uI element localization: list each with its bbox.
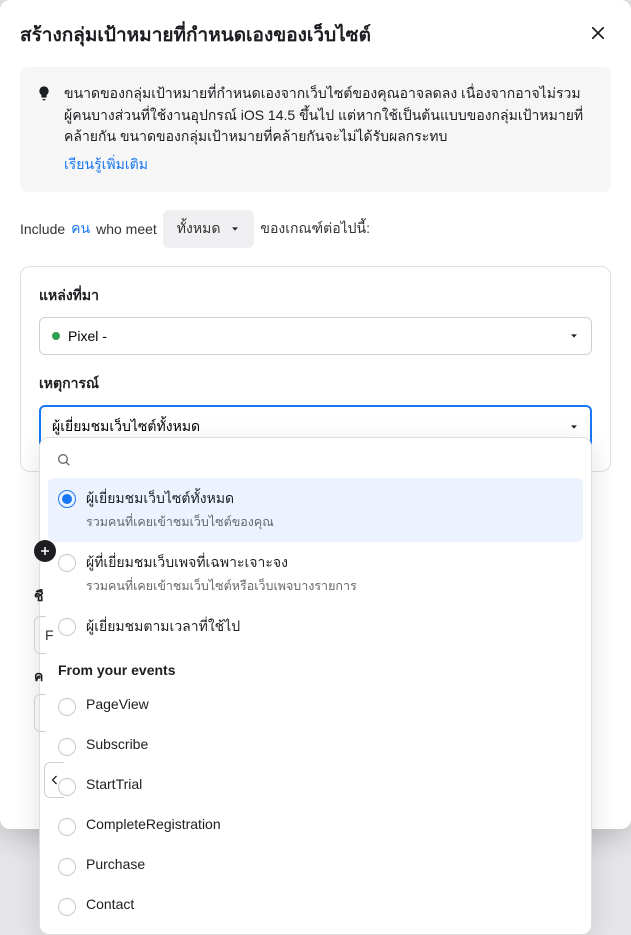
option-all-visitors[interactable]: ผู้เยี่ยมชมเว็บไซต์ทั้งหมด รวมคนที่เคยเข… (48, 478, 583, 542)
info-text: ขนาดของกลุ่มเป้าหมายที่กำหนดเองจากเว็บไซ… (64, 83, 595, 148)
desc-input-partial[interactable] (34, 694, 46, 732)
option-time-spent[interactable]: ผู้เยี่ยมชมตามเวลาที่ใช้ไป (48, 606, 583, 648)
radio-icon (58, 554, 76, 572)
dropdown-search-input[interactable] (80, 452, 575, 468)
option-title: ผู้เยี่ยมชมตามเวลาที่ใช้ไป (86, 616, 240, 638)
option-subtitle: รวมคนที่เคยเข้าชมเว็บไซต์ของคุณ (86, 512, 274, 532)
caret-down-icon (569, 422, 579, 432)
from-events-header: From your events (48, 648, 583, 686)
option-title: Purchase (86, 856, 145, 872)
criteria-card: แหล่งที่มา Pixel - เหตุการณ์ ผู้เยี่ยมชม… (20, 266, 611, 472)
close-icon (589, 24, 607, 42)
radio-icon (58, 698, 76, 716)
option-event-purchase[interactable]: Purchase (48, 846, 583, 886)
events-value: ผู้เยี่ยมชมเว็บไซต์ทั้งหมด (52, 416, 200, 438)
learn-more-link[interactable]: เรียนรู้เพิ่มเติม (64, 154, 148, 176)
lightbulb-icon (36, 85, 52, 176)
people-link[interactable]: คน (71, 218, 90, 240)
source-value: Pixel - (68, 328, 107, 344)
option-title: CompleteRegistration (86, 816, 221, 832)
radio-icon (58, 898, 76, 916)
back-button-partial[interactable] (44, 762, 64, 798)
radio-icon (58, 738, 76, 756)
caret-down-icon (230, 224, 240, 234)
chevron-left-icon (49, 774, 61, 786)
option-title: Contact (86, 896, 134, 912)
option-title: Subscribe (86, 736, 148, 752)
include-criteria-row: Include คน who meet ทั้งหมด ของเกณฑ์ต่อไ… (20, 210, 611, 248)
source-label: แหล่งที่มา (39, 285, 592, 307)
desc-label-partial: ค (34, 666, 43, 688)
name-label-partial: ชื (34, 586, 44, 608)
include-prefix: Include (20, 221, 65, 237)
option-event-pageview[interactable]: PageView (48, 686, 583, 726)
plus-icon (39, 545, 51, 557)
option-title: PageView (86, 696, 149, 712)
criteria-suffix: ของเกณฑ์ต่อไปนี้: (260, 218, 370, 240)
option-event-subscribe[interactable]: Subscribe (48, 726, 583, 766)
status-dot-icon (52, 332, 60, 340)
name-input-partial[interactable]: F (34, 616, 46, 654)
option-event-completeregistration[interactable]: CompleteRegistration (48, 806, 583, 846)
create-audience-modal: สร้างกลุ่มเป้าหมายที่กำหนดเองของเว็บไซต์… (0, 0, 631, 829)
option-subtitle: รวมคนที่เคยเข้าชมเว็บไซต์หรือเว็บเพจบางร… (86, 576, 357, 596)
radio-icon (58, 818, 76, 836)
radio-icon (58, 618, 76, 636)
info-banner: ขนาดของกลุ่มเป้าหมายที่กำหนดเองจากเว็บไซ… (20, 67, 611, 192)
option-event-starttrial[interactable]: StartTrial (48, 766, 583, 806)
close-button[interactable] (585, 20, 611, 51)
modal-title: สร้างกลุ่มเป้าหมายที่กำหนดเองของเว็บไซต์ (20, 20, 371, 50)
option-title: StartTrial (86, 776, 142, 792)
search-icon (56, 452, 72, 468)
match-mode-label: ทั้งหมด (177, 218, 221, 240)
events-dropdown: ผู้เยี่ยมชมเว็บไซต์ทั้งหมด รวมคนที่เคยเข… (39, 437, 592, 935)
match-mode-select[interactable]: ทั้งหมด (163, 210, 255, 248)
add-criteria-button[interactable] (34, 540, 56, 562)
option-title: ผู้เยี่ยมชมเว็บไซต์ทั้งหมด (86, 488, 274, 510)
source-select[interactable]: Pixel - (39, 317, 592, 355)
option-event-contact[interactable]: Contact (48, 886, 583, 926)
who-meet-text: who meet (96, 221, 157, 237)
option-title: ผู้ที่เยี่ยมชมเว็บเพจที่เฉพาะเจาะจง (86, 552, 357, 574)
radio-icon (58, 490, 76, 508)
option-specific-pages[interactable]: ผู้ที่เยี่ยมชมเว็บเพจที่เฉพาะเจาะจง รวมค… (48, 542, 583, 606)
radio-icon (58, 858, 76, 876)
caret-down-icon (569, 331, 579, 341)
events-label: เหตุการณ์ (39, 373, 592, 395)
